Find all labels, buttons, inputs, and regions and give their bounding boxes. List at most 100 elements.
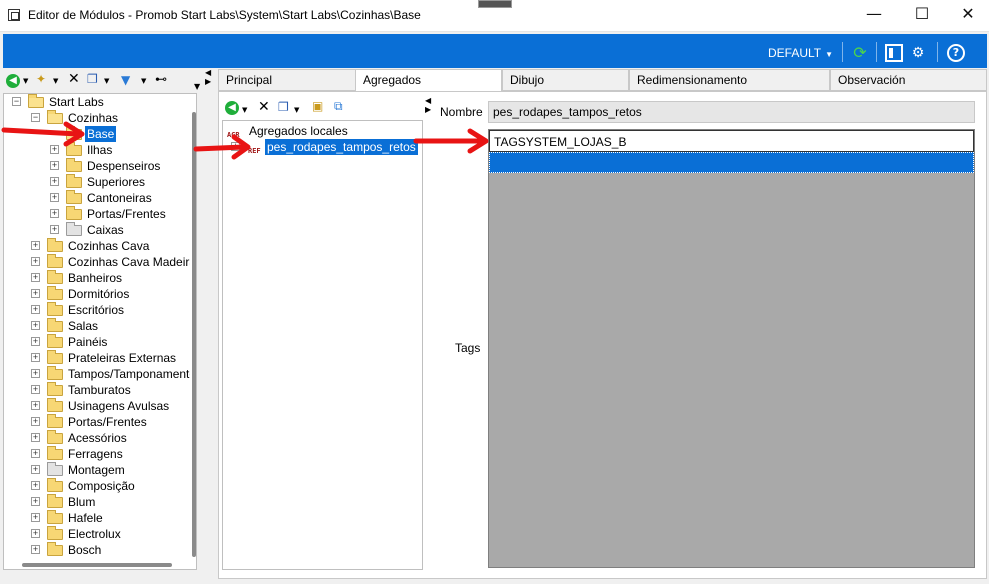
tree-node-label: Salas [68,319,99,333]
expand-icon[interactable]: + [31,465,40,474]
collapse-icon[interactable]: − [31,113,40,122]
dropdown-arrow-icon[interactable]: ▼ [104,74,109,88]
delete-icon[interactable]: ✕ [68,72,80,86]
expand-icon[interactable]: + [31,241,40,250]
tree-node-label: Usinagens Avulsas [68,399,170,413]
dropdown-arrow-icon[interactable]: ▼ [141,74,146,88]
tree-node-label: Start Labs [49,95,104,109]
tags-grid[interactable]: TAGSYSTEM_LOJAS_B [488,129,975,568]
window-grip[interactable] [478,0,512,8]
expand-icon[interactable]: + [31,305,40,314]
expand-icon[interactable]: + [31,385,40,394]
minimize-button[interactable]: — [851,0,897,30]
expand-icon[interactable]: + [50,209,59,218]
panel-icon[interactable] [885,44,903,62]
expand-icon[interactable]: + [31,369,40,378]
move-down-icon[interactable]: ▼ [121,73,130,87]
expand-icon[interactable]: + [31,257,40,266]
tags-new-row[interactable] [489,152,974,173]
binoculars-icon[interactable]: ⊷ [155,72,167,86]
tree-vertical-scrollbar[interactable] [190,94,196,569]
tree-node-label: Composição [68,479,135,493]
tags-row[interactable]: TAGSYSTEM_LOJAS_B [489,130,974,152]
dropdown-arrow-icon[interactable]: ▼ [242,103,247,117]
settings-icon[interactable]: ⚙ [909,44,927,62]
maximize-button[interactable]: ☐ [899,0,945,30]
scrollbar-thumb[interactable] [22,563,172,567]
expand-icon[interactable]: + [31,289,40,298]
expand-icon[interactable]: + [31,449,40,458]
back-icon[interactable]: ◀ [6,74,20,88]
nombre-field[interactable]: pes_rodapes_tampos_retos [488,101,975,123]
close-button[interactable]: ✕ [945,0,989,30]
folder-open-icon [66,126,82,140]
folder-icon [47,318,63,332]
open-folder-icon[interactable]: ▣ [312,99,323,113]
chevron-down-icon: ▼ [825,50,834,59]
dropdown-arrow-icon[interactable]: ▼ [53,74,58,88]
collapse-icon[interactable]: − [12,97,21,106]
back-icon[interactable]: ◀ [225,101,239,115]
folder-icon [66,142,82,156]
tree-horizontal-scrollbar[interactable] [4,561,190,569]
splitter-toggle[interactable]: ◀ ▶ [205,68,211,86]
expand-icon[interactable]: + [31,401,40,410]
folder-icon [47,334,63,348]
expand-icon[interactable]: + [31,529,40,538]
tree-node-label: Superiores [87,175,146,189]
profile-dropdown[interactable]: DEFAULT ▼ [768,46,833,60]
splitter-toggle[interactable]: ◀ ▶ [425,96,431,114]
expand-icon[interactable]: + [231,142,240,151]
expand-icon[interactable]: + [50,193,59,202]
folder-icon [47,350,63,364]
expand-icon[interactable]: + [50,145,59,154]
expand-icon[interactable]: + [31,481,40,490]
folder-icon [47,302,63,316]
expand-icon[interactable]: + [31,417,40,426]
tab-observacion[interactable]: Observación [830,69,987,91]
dropdown-arrow-icon[interactable]: ▼ [294,103,299,117]
module-tree[interactable]: − Start Labs − Cozinhas Base + Ilhas + D… [3,93,197,570]
copy-icon[interactable]: ❐ [278,100,289,114]
expand-icon[interactable]: + [31,337,40,346]
tree-node-label: Montagem [68,463,125,477]
folder-icon [66,174,82,188]
new-item-icon[interactable]: ✦ [36,72,46,86]
folder-icon [47,270,63,284]
scrollbar-thumb[interactable] [192,112,196,557]
refresh-icon[interactable]: ⟳ [851,44,869,62]
expand-icon[interactable]: + [31,545,40,554]
expand-icon[interactable]: + [31,321,40,330]
copy-icon[interactable]: ❐ [87,72,98,86]
expand-icon[interactable]: + [50,225,59,234]
tree-node-label: Electrolux [68,527,121,541]
toolbar-overflow-icon[interactable]: ▼ [194,80,200,94]
expand-icon[interactable]: + [31,497,40,506]
tab-principal[interactable]: Principal [218,69,356,91]
tree-node-label: Cozinhas Cava Madeira [68,255,197,269]
help-icon[interactable]: ? [947,44,965,62]
tab-agregados[interactable]: Agregados [355,69,502,92]
hierarchy-icon[interactable]: ⧉ [334,99,343,113]
tab-redimensionamento[interactable]: Redimensionamento [629,69,830,91]
dropdown-arrow-icon[interactable]: ▼ [23,74,28,88]
folder-icon [47,254,63,268]
expand-icon[interactable]: + [31,433,40,442]
toolbar-divider [842,42,843,62]
expand-icon[interactable]: + [31,513,40,522]
toolbar-divider [937,42,938,62]
delete-icon[interactable]: ✕ [258,100,270,114]
agregados-tree[interactable]: AGR Agregados locales + REF pes_rodapes_… [222,120,423,570]
tab-dibujo[interactable]: Dibujo [502,69,629,91]
expand-icon[interactable]: + [31,273,40,282]
tree-node-label: Dormitórios [68,287,130,301]
tree-node-label: Base [85,126,117,142]
expand-icon[interactable]: + [31,353,40,362]
folder-icon [47,510,63,524]
tree-node-label: Ilhas [87,143,113,157]
tree-node-label: Banheiros [68,271,123,285]
expand-icon[interactable]: + [50,177,59,186]
folder-icon [47,526,63,540]
toolbar-divider [876,42,877,62]
expand-icon[interactable]: + [50,161,59,170]
